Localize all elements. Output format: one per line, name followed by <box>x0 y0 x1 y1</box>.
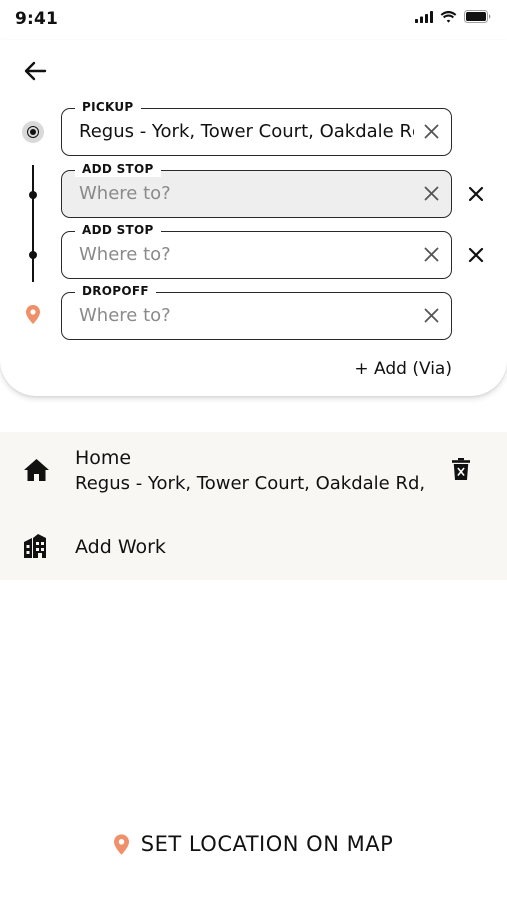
stop-2-input[interactable]: Where to? <box>79 244 414 266</box>
status-icons <box>415 10 491 23</box>
stop-2-field[interactable]: ADD STOP Where to? <box>61 222 452 279</box>
dropoff-input[interactable]: Where to? <box>79 305 414 327</box>
saved-place-title: Add Work <box>75 536 166 558</box>
map-pin-icon <box>113 833 129 855</box>
battery-icon <box>464 10 491 23</box>
pickup-field[interactable]: PICKUP Regus - York, Tower Court, Oakdal… <box>61 99 452 156</box>
arrow-left-icon <box>24 61 47 81</box>
stop-1-field[interactable]: ADD STOP Where to? <box>61 161 452 218</box>
dropoff-pin-icon <box>26 305 40 324</box>
office-building-icon <box>24 534 46 558</box>
cellular-signal-icon <box>415 10 433 23</box>
dropoff-field[interactable]: DROPOFF Where to? <box>61 283 452 340</box>
dropoff-label: DROPOFF <box>75 283 156 299</box>
route-card: PICKUP Regus - York, Tower Court, Oakdal… <box>0 40 507 396</box>
pickup-marker-icon <box>22 121 44 143</box>
stop-1-clear-button[interactable] <box>421 183 441 203</box>
trash-icon <box>452 458 470 480</box>
delete-home-button[interactable] <box>452 458 470 484</box>
saved-place-address: Regus - York, Tower Court, Oakdale Rd, <box>75 473 426 494</box>
stop-2-clear-button[interactable] <box>421 244 441 264</box>
clear-icon <box>424 247 438 261</box>
route-timeline <box>32 165 34 282</box>
saved-place-work[interactable]: Add Work <box>0 516 507 576</box>
pickup-label: PICKUP <box>75 99 141 115</box>
pickup-clear-button[interactable] <box>421 121 441 141</box>
saved-place-title: Home <box>75 447 132 469</box>
dropoff-clear-button[interactable] <box>421 305 441 325</box>
remove-stop-2-button[interactable] <box>465 244 487 266</box>
saved-place-home[interactable]: Home Regus - York, Tower Court, Oakdale … <box>0 432 507 516</box>
stop-marker-icon <box>29 191 37 199</box>
close-icon <box>468 247 484 263</box>
stop-1-input[interactable]: Where to? <box>79 183 414 205</box>
back-button[interactable] <box>20 58 50 84</box>
remove-stop-1-button[interactable] <box>465 183 487 205</box>
saved-places-list: Home Regus - York, Tower Court, Oakdale … <box>0 432 507 580</box>
clear-icon <box>424 124 438 138</box>
wifi-icon <box>440 10 457 23</box>
status-time: 9:41 <box>15 9 59 29</box>
pickup-input[interactable]: Regus - York, Tower Court, Oakdale Rd, Y… <box>79 121 414 143</box>
stop-1-label: ADD STOP <box>75 161 161 177</box>
set-location-label: SET LOCATION ON MAP <box>140 832 394 856</box>
close-icon <box>468 186 484 202</box>
set-location-on-map-button[interactable]: SET LOCATION ON MAP <box>0 832 507 856</box>
clear-icon <box>424 186 438 200</box>
stop-marker-icon <box>29 251 37 259</box>
clear-icon <box>424 308 438 322</box>
status-bar: 9:41 <box>0 0 507 40</box>
stop-2-label: ADD STOP <box>75 222 161 238</box>
home-icon <box>24 459 49 481</box>
add-via-button[interactable]: + Add (Via) <box>354 359 452 379</box>
